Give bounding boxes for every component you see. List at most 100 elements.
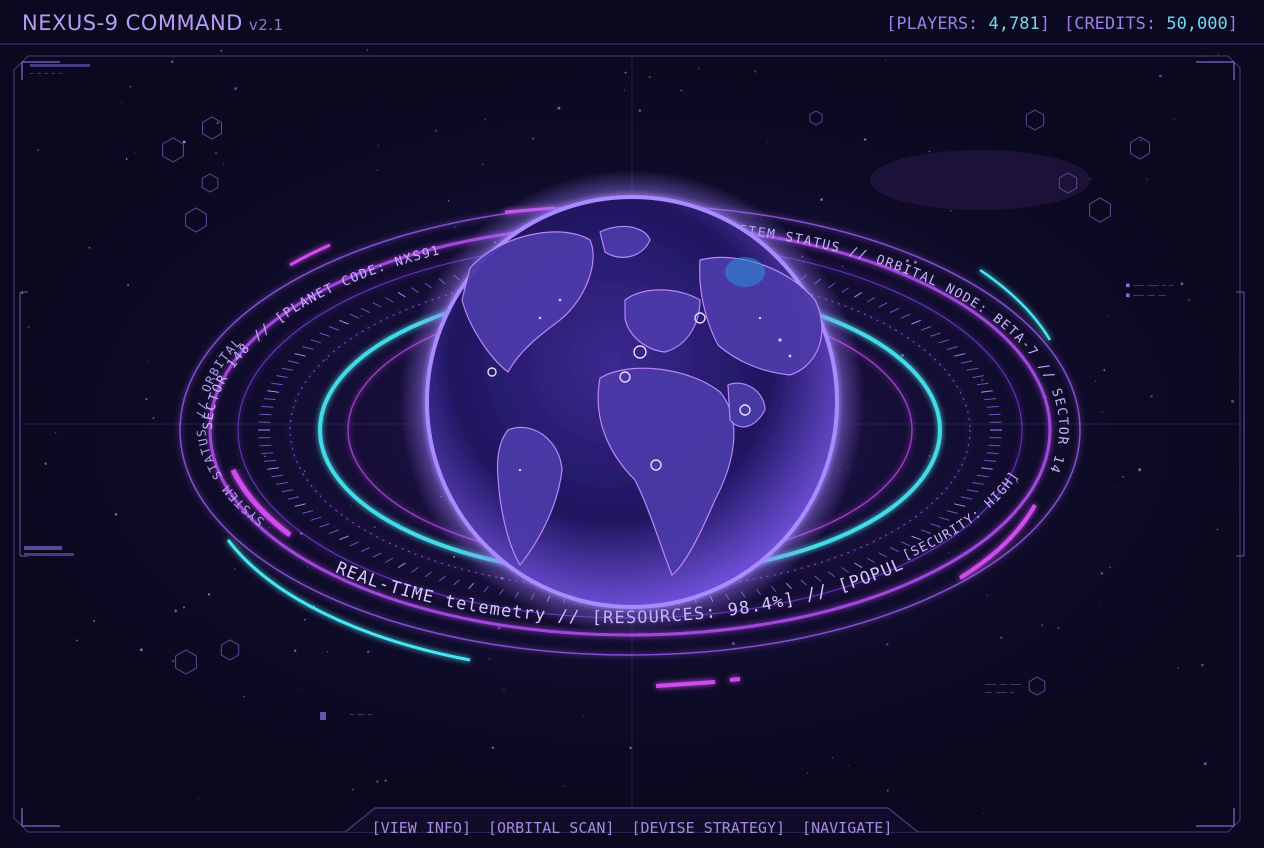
svg-text:■ ——— —— ——: ■ ——— —— —— <box>1126 292 1166 299</box>
star <box>624 71 627 74</box>
star <box>1101 411 1103 414</box>
star <box>629 746 632 750</box>
star <box>453 555 456 558</box>
star <box>928 150 931 153</box>
star <box>214 151 218 155</box>
star <box>376 780 379 783</box>
star <box>1113 487 1115 489</box>
players-label: [PLAYERS: <box>886 14 989 34</box>
star <box>754 70 757 73</box>
star <box>373 526 376 528</box>
hud-canvas: — — — — — — —— — ■ ——— ——— — — ■ ——— —— … <box>0 0 1264 848</box>
star <box>378 144 380 146</box>
star <box>434 129 438 132</box>
nebula <box>870 150 1090 210</box>
star <box>1217 53 1219 55</box>
star <box>914 260 917 264</box>
star <box>152 417 155 419</box>
star <box>264 455 266 458</box>
star <box>182 140 186 144</box>
star <box>44 462 48 465</box>
star <box>820 198 823 201</box>
star <box>638 109 642 112</box>
star <box>351 504 352 506</box>
star <box>1057 627 1060 630</box>
star <box>901 354 904 357</box>
star <box>503 688 505 690</box>
ring-tick <box>259 444 272 447</box>
globe[interactable] <box>400 170 864 634</box>
star <box>482 163 484 166</box>
star <box>360 315 363 317</box>
star <box>981 379 984 382</box>
star <box>680 89 683 92</box>
star <box>127 284 129 286</box>
star <box>199 302 201 304</box>
star <box>1159 74 1162 78</box>
header-stats: [PLAYERS: 4,781] [CREDITS: 50,000] <box>886 14 1238 34</box>
star <box>1173 118 1176 120</box>
star <box>1180 282 1184 286</box>
star <box>731 642 735 646</box>
star <box>1099 605 1101 607</box>
star <box>807 772 809 774</box>
app-title-text: NEXUS-9 COMMAND <box>22 11 243 35</box>
star <box>484 118 487 121</box>
star <box>37 149 39 151</box>
star <box>125 158 128 160</box>
credits-label: [CREDITS: <box>1063 14 1167 34</box>
star <box>563 785 565 787</box>
star <box>171 659 175 663</box>
star <box>54 431 57 434</box>
devise-strategy-button[interactable]: [DEVISE STRATEGY] <box>631 819 785 837</box>
star <box>170 60 174 63</box>
star <box>886 643 889 646</box>
star <box>1200 663 1204 667</box>
star <box>1231 399 1234 403</box>
star <box>949 210 952 212</box>
star <box>491 746 494 749</box>
star <box>398 523 400 525</box>
star <box>234 87 238 91</box>
svg-text:——— —— ———: ——— —— ——— <box>985 681 1022 688</box>
orbital-scan-button[interactable]: [ORBITAL SCAN] <box>488 819 614 837</box>
star <box>294 649 297 652</box>
star <box>1109 566 1111 569</box>
star <box>1216 528 1219 531</box>
star <box>216 121 219 125</box>
star <box>182 606 186 609</box>
players-value: 4,781 <box>988 14 1040 34</box>
svg-text:■ ——— ——— — —: ■ ——— ——— — — <box>1126 282 1173 289</box>
credits-value: 50,000 <box>1166 14 1228 34</box>
svg-text:— —— —: — —— — <box>350 711 372 718</box>
star <box>1089 178 1091 180</box>
star <box>454 226 457 229</box>
star <box>488 658 490 660</box>
star <box>268 527 270 529</box>
view-info-button[interactable]: [VIEW INFO] <box>372 819 471 837</box>
star <box>333 526 335 528</box>
players-close: ] <box>1039 14 1050 34</box>
star <box>1203 762 1207 766</box>
star <box>114 512 118 516</box>
star <box>197 798 199 800</box>
star <box>243 695 245 698</box>
star <box>367 650 370 653</box>
navigate-button[interactable]: [NAVIGATE] <box>802 819 892 837</box>
star <box>304 618 306 621</box>
star <box>767 141 769 143</box>
star <box>326 650 329 653</box>
star <box>376 169 378 171</box>
star <box>174 609 178 613</box>
app-title: NEXUS-9 COMMAND v2.1 <box>22 11 284 35</box>
star <box>1188 299 1190 302</box>
star <box>134 152 136 154</box>
star <box>27 325 30 329</box>
globe-highlight <box>725 257 765 287</box>
star <box>1138 468 1142 472</box>
star <box>1122 475 1125 478</box>
star <box>366 49 369 51</box>
star <box>129 85 132 88</box>
star <box>841 265 843 267</box>
star <box>75 639 78 642</box>
